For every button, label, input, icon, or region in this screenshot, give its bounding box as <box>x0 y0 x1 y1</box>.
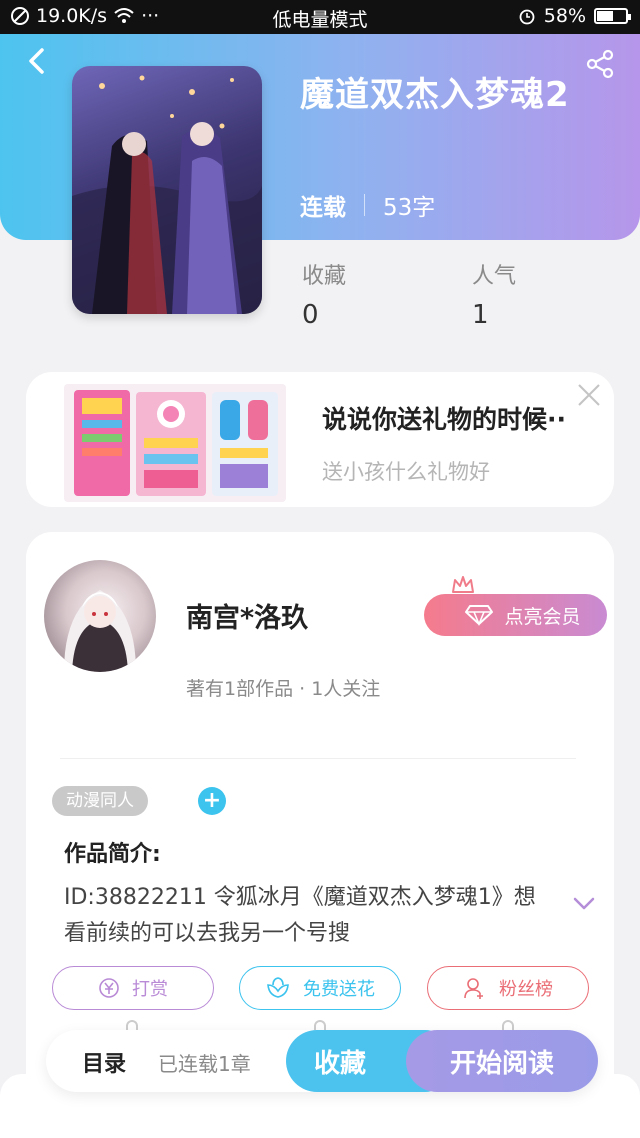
crown-icon <box>452 576 474 593</box>
start-reading-button[interactable]: 开始阅读 <box>406 1030 598 1092</box>
toc-button[interactable]: 目录 <box>82 1046 126 1078</box>
count-marker <box>502 1020 514 1030</box>
start-reading-label: 开始阅读 <box>449 1048 554 1079</box>
tip-button-label: 打赏 <box>132 979 168 1000</box>
chevron-down-icon[interactable] <box>572 896 596 912</box>
send-flower-label: 免费送花 <box>303 979 375 1000</box>
intro-text: ID:38822211 令狐冰月《魔道双杰入梦魂1》想看前续的可以去我另一个号搜 <box>64 885 536 946</box>
alarm-icon <box>519 9 535 25</box>
add-tag-button[interactable]: + <box>198 787 226 815</box>
favorites-label: 收藏 <box>302 264 347 289</box>
popularity-count: 1 <box>472 300 489 330</box>
author-name[interactable]: 南宫*洛玖 <box>186 596 308 635</box>
tip-button[interactable]: 打赏 <box>52 966 214 1010</box>
add-favorite-label: 收藏 <box>314 1048 367 1079</box>
serial-status: 连载 <box>300 195 346 221</box>
genre-tag[interactable]: 动漫同人 <box>52 786 148 816</box>
book-meta: 连载 53字 <box>300 188 435 222</box>
diamond-icon <box>465 605 494 626</box>
count-marker <box>314 1020 326 1030</box>
fan-ranking-button[interactable]: 粉丝榜 <box>427 966 589 1010</box>
author-avatar[interactable] <box>44 560 156 672</box>
meta-divider <box>364 194 365 216</box>
flower-icon <box>267 977 289 998</box>
user-icon <box>464 978 483 999</box>
book-title: 魔道双杰入梦魂2 <box>300 75 570 115</box>
word-count: 53字 <box>383 195 436 221</box>
ad-card[interactable]: 说说你送礼物的时候·· 送小孩什么礼物好 <box>26 372 614 507</box>
fan-ranking-label: 粉丝榜 <box>499 979 553 1000</box>
vip-button-label: 点亮会员 <box>504 605 581 628</box>
back-icon[interactable] <box>22 44 52 78</box>
intro-heading: 作品简介: <box>64 842 161 867</box>
send-flower-button[interactable]: 免费送花 <box>239 966 401 1010</box>
favorites-count: 0 <box>302 300 319 330</box>
ad-title: 说说你送礼物的时候·· <box>322 405 566 434</box>
ad-subtitle: 送小孩什么礼物好 <box>322 460 490 484</box>
card-divider <box>60 758 576 759</box>
vip-button[interactable]: 点亮会员 <box>424 594 607 636</box>
count-marker <box>126 1020 138 1030</box>
book-cover[interactable] <box>72 66 262 314</box>
close-icon[interactable] <box>576 382 602 408</box>
cover-illustration <box>72 75 262 314</box>
battery-icon <box>594 8 631 24</box>
popularity-label: 人气 <box>472 264 517 289</box>
ad-image <box>64 384 286 502</box>
author-stats: 著有1部作品 · 1人关注 <box>186 678 381 700</box>
coin-icon <box>99 978 119 998</box>
chapter-count: 已连载1章 <box>158 1052 251 1076</box>
status-bar: 19.0K/s ··· 低电量模式 58% <box>0 0 640 34</box>
battery-percent: 58% <box>543 5 586 27</box>
